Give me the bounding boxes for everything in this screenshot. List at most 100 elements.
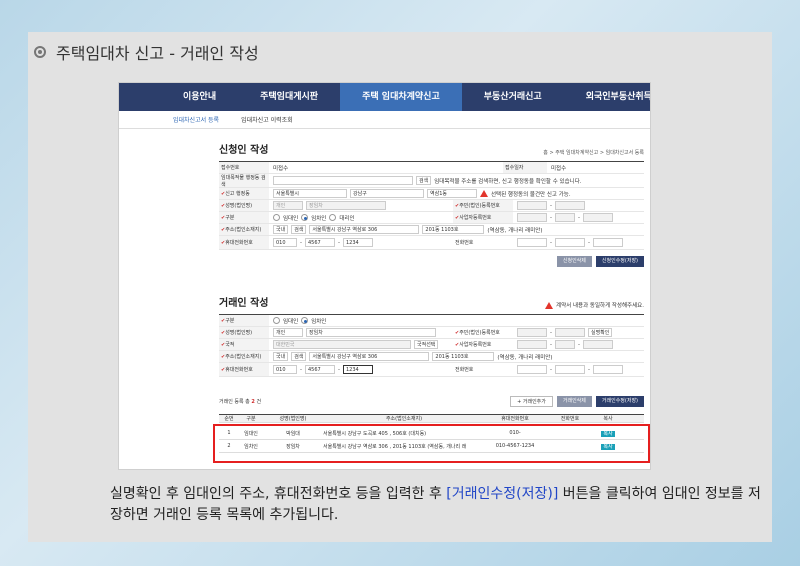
party-title: 거래인 작성 (219, 298, 269, 309)
addr-search-button[interactable]: 검색 (416, 176, 432, 185)
party-idno-label: 주민(법인)등록번호 (459, 330, 500, 336)
warning-icon (480, 190, 488, 197)
party-name-field[interactable]: 장임차 (306, 328, 436, 337)
radio-lessor[interactable] (273, 214, 280, 221)
phone-3[interactable]: 1234 (343, 238, 373, 247)
applicant-title: 신청인 작성 (219, 145, 269, 156)
type-label: 구분 (225, 215, 235, 221)
idno-field-2[interactable] (555, 201, 585, 210)
nav-item-board[interactable]: 주택임대게시판 (238, 83, 340, 111)
name-type-select[interactable]: 개인 (273, 201, 303, 210)
radio-lessee[interactable] (301, 214, 309, 221)
party-addr-extra: (역삼동, 개나리 래미안) (497, 354, 553, 361)
party-phone-2[interactable]: 4567 (305, 365, 335, 374)
addr-search-input[interactable] (273, 176, 413, 185)
party-addr-country[interactable]: 국내 (273, 352, 289, 361)
party-delete-button[interactable]: 거래인삭제 (556, 396, 592, 407)
caption-text: 실명확인 후 임대인의 주소, 휴대전화번호 등을 입력한 후 (110, 486, 447, 502)
subnav-history[interactable]: 임대차신고 이력조회 (241, 115, 293, 124)
party-phone-3[interactable]: 1234 (343, 365, 373, 374)
party-tel-1[interactable] (517, 365, 547, 374)
bizno-3[interactable] (583, 213, 613, 222)
addr-detail-field[interactable]: 201동 1103호 (422, 225, 485, 234)
applicant-header: 신청인 작성 홈 > 주택 임대차계약신고 > 임대차신고서 등록 (219, 141, 644, 156)
party-name-type[interactable]: 개인 (273, 328, 303, 337)
addr-extra: (역삼동, 개나리 래미안) (487, 227, 543, 234)
nation-field[interactable]: 대한민국 (273, 340, 411, 349)
bizno-1[interactable] (517, 213, 547, 222)
party-addr-search-button[interactable]: 검색 (291, 352, 307, 361)
office-warning: 선택된 행정동의 물건만 신고 가능. (491, 191, 571, 198)
th-tel: 전화번호 (560, 416, 580, 422)
subnav-register[interactable]: 임대차신고서 등록 (173, 115, 219, 124)
bizno-2[interactable] (555, 213, 575, 222)
phone-1[interactable]: 010 (273, 238, 297, 247)
addr-search-button[interactable]: 검색 (291, 225, 307, 234)
party-add-button[interactable]: + 거래인추가 (510, 396, 553, 407)
nav-item-guide[interactable]: 이용안내 (161, 83, 238, 111)
office-dong-select[interactable]: 역삼1동 (427, 189, 477, 198)
idno-field-1[interactable] (517, 201, 547, 210)
addr-field[interactable]: 서울특별시 강남구 역삼로 306 (309, 225, 420, 234)
party-phone-1[interactable]: 010 (273, 365, 297, 374)
nav-item-foreign[interactable]: 외국인부동산취득 (564, 83, 650, 111)
party-warning: 계약서 내용과 동일하게 작성해주세요. (556, 303, 644, 309)
top-nav: 이용안내 주택임대게시판 주택 임대차계약신고 부동산거래신고 외국인부동산취득 (119, 83, 650, 111)
party-tel-2[interactable] (555, 365, 585, 374)
applicant-save-button[interactable]: 신청인수정(저장) (595, 256, 644, 267)
office-gu-select[interactable]: 강남구 (350, 189, 424, 198)
th-seq: 순번 (224, 416, 234, 422)
party-idno-1[interactable] (517, 328, 547, 337)
party-idno-2[interactable] (555, 328, 585, 337)
party-list-header: 거래인 등록 총 2 건 + 거래인추가 거래인삭제 거래인수정(저장) (219, 396, 644, 407)
party-name-label: 성명(법인명) (225, 330, 253, 336)
nav-item-lease-report[interactable]: 주택 임대차계약신고 (340, 83, 462, 111)
applicant-form: 접수번호 미접수 접수일자 미접수 임대목적물 행정동 검색 검색 임대목적물 … (219, 161, 644, 267)
radio-agent[interactable] (329, 214, 337, 221)
breadcrumb: 홈 > 주택 임대차계약신고 > 임대차신고서 등록 (543, 150, 644, 156)
party-bizno-label: 사업자등록번호 (459, 342, 492, 348)
nav-item-trade-report[interactable]: 부동산거래신고 (462, 83, 564, 111)
radio-lessee[interactable] (301, 317, 309, 324)
addr-search-label: 임대목적물 행정동 검색 (219, 174, 269, 188)
party-save-button[interactable]: 거래인수정(저장) (595, 396, 644, 407)
party-addr-field[interactable]: 서울특별시 강남구 역삼로 306 (309, 352, 430, 361)
party-type-label: 구분 (225, 318, 235, 324)
office-city-select[interactable]: 서울특별시 (273, 189, 347, 198)
th-phone: 휴대전화번호 (501, 416, 529, 422)
phone-2[interactable]: 4567 (305, 238, 335, 247)
receipt-date-label: 접수일자 (503, 162, 547, 173)
tel-3[interactable] (593, 238, 623, 247)
tel-2[interactable] (555, 238, 585, 247)
th-name: 성명(법인명) (279, 416, 307, 422)
applicant-delete-button[interactable]: 신청인삭제 (556, 256, 592, 267)
verify-button[interactable]: 실명확인 (588, 328, 613, 337)
addr-country-select[interactable]: 국내 (273, 225, 289, 234)
bullet-icon (34, 46, 46, 58)
th-type: 구분 (246, 416, 256, 422)
party-addr-detail[interactable]: 201동 1103호 (432, 352, 495, 361)
bizno-label: 사업자등록번호 (459, 215, 492, 221)
nation-button[interactable]: 국적선택 (414, 340, 439, 349)
name-label: 성명(법인명) (225, 203, 253, 209)
name-field[interactable]: 장임차 (306, 201, 386, 210)
highlight-box (213, 424, 650, 463)
slide-title-text: 주택임대차 신고 - 거래인 작성 (56, 44, 259, 63)
receipt-no: 미접수 (273, 165, 289, 172)
radio-label: 임차인 (311, 215, 327, 222)
party-tel-label: 전화번호 (453, 363, 513, 376)
radio-lessor[interactable] (273, 317, 280, 324)
table-header: 순번 구분 성명(법인명) 주소(법인소재지) 휴대전화번호 전화번호 복사 (219, 414, 644, 423)
party-count: 거래인 등록 총 2 건 (219, 399, 262, 405)
phone-label: 휴대전화번호 (225, 240, 253, 246)
party-bizno-2[interactable] (555, 340, 575, 349)
party-bizno-1[interactable] (517, 340, 547, 349)
party-tel-3[interactable] (593, 365, 623, 374)
screenshot-frame: 이용안내 주택임대게시판 주택 임대차계약신고 부동산거래신고 외국인부동산취득… (118, 82, 651, 470)
party-bizno-3[interactable] (583, 340, 613, 349)
tel-1[interactable] (517, 238, 547, 247)
slide-caption: 실명확인 후 임대인의 주소, 휴대전화번호 등을 입력한 후 [거래인수정(저… (110, 484, 770, 526)
radio-label: 임대인 (283, 215, 299, 222)
receipt-date: 미접수 (551, 165, 567, 172)
tel-label: 전화번호 (453, 236, 513, 249)
